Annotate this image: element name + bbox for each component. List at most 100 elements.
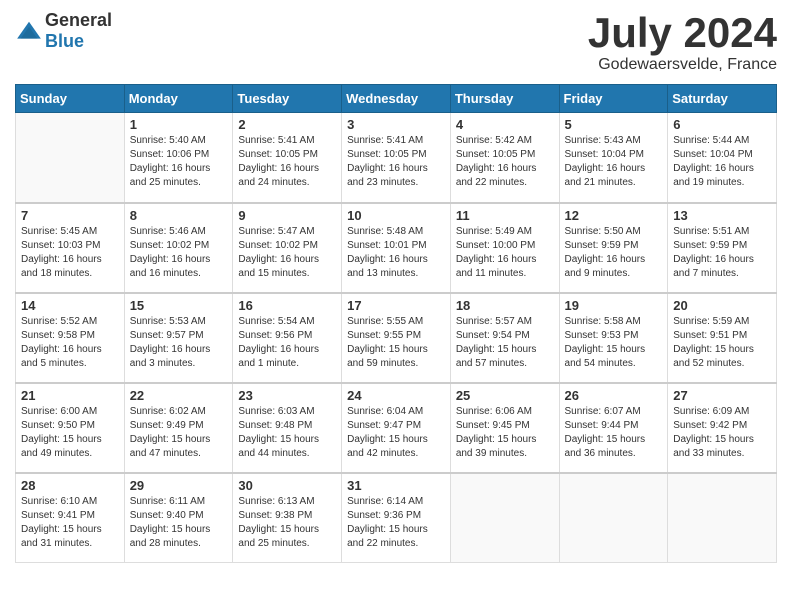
day-number: 21 (21, 388, 119, 403)
day-info: Sunrise: 5:46 AMSunset: 10:02 PMDaylight… (130, 225, 228, 281)
calendar-cell: 30Sunrise: 6:13 AMSunset: 9:38 PMDayligh… (233, 473, 342, 563)
calendar-cell: 17 Sunrise: 5:55 AMSunset: 9:55 PMDayligh… (342, 293, 451, 383)
day-info: Sunrise: 5:49 AMSunset: 10:00 PMDaylight… (456, 225, 554, 281)
day-info: Sunrise: 6:09 AMSunset: 9:42 PMDaylight:… (673, 405, 771, 461)
calendar-cell: 20 Sunrise: 5:59 AMSunset: 9:51 PMDayligh… (668, 293, 777, 383)
logo: General Blue (15, 10, 112, 52)
calendar-cell: 7 Sunrise: 5:45 AMSunset: 10:03 PMDayligh… (16, 203, 125, 293)
calendar-cell: 18 Sunrise: 5:57 AMSunset: 9:54 PMDayligh… (450, 293, 559, 383)
logo-blue: Blue (45, 31, 84, 51)
calendar-cell (559, 473, 668, 563)
weekday-header-sunday: Sunday (16, 85, 125, 113)
day-number: 20 (673, 298, 771, 313)
day-number: 18 (456, 298, 554, 313)
calendar-cell: 5 Sunrise: 5:43 AMSunset: 10:04 PMDayligh… (559, 113, 668, 203)
day-number: 16 (238, 298, 336, 313)
calendar-week-row: 14 Sunrise: 5:52 AMSunset: 9:58 PMDayligh… (16, 293, 777, 383)
day-number: 2 (238, 117, 336, 132)
day-info: Sunrise: 5:41 AMSunset: 10:05 PMDaylight… (347, 134, 445, 190)
day-info: Sunrise: 6:10 AMSunset: 9:41 PMDaylight:… (21, 495, 119, 551)
day-number: 7 (21, 208, 119, 223)
day-number: 8 (130, 208, 228, 223)
calendar-cell: 19 Sunrise: 5:58 AMSunset: 9:53 PMDayligh… (559, 293, 668, 383)
day-info: Sunrise: 5:44 AMSunset: 10:04 PMDaylight… (673, 134, 771, 190)
day-info: Sunrise: 6:02 AMSunset: 9:49 PMDaylight:… (130, 405, 228, 461)
calendar-cell: 12 Sunrise: 5:50 AMSunset: 9:59 PMDayligh… (559, 203, 668, 293)
location-title: Godewaersvelde, France (588, 56, 777, 74)
day-number: 23 (238, 388, 336, 403)
day-number: 11 (456, 208, 554, 223)
calendar-table: SundayMondayTuesdayWednesdayThursdayFrid… (15, 84, 777, 563)
day-info: Sunrise: 6:07 AMSunset: 9:44 PMDaylight:… (565, 405, 663, 461)
day-number: 24 (347, 388, 445, 403)
day-number: 13 (673, 208, 771, 223)
calendar-cell: 25 Sunrise: 6:06 AMSunset: 9:45 PMDayligh… (450, 383, 559, 473)
day-info: Sunrise: 5:58 AMSunset: 9:53 PMDaylight:… (565, 315, 663, 371)
calendar-cell: 9Sunrise: 5:47 AMSunset: 10:02 PMDayligh… (233, 203, 342, 293)
day-info: Sunrise: 5:55 AMSunset: 9:55 PMDaylight:… (347, 315, 445, 371)
calendar-cell: 1 Sunrise: 5:40 AMSunset: 10:06 PMDayligh… (124, 113, 233, 203)
calendar-cell: 15Sunrise: 5:53 AMSunset: 9:57 PMDayligh… (124, 293, 233, 383)
day-info: Sunrise: 5:42 AMSunset: 10:05 PMDaylight… (456, 134, 554, 190)
weekday-header-saturday: Saturday (668, 85, 777, 113)
calendar-cell: 22 Sunrise: 6:02 AMSunset: 9:49 PMDayligh… (124, 383, 233, 473)
day-info: Sunrise: 6:06 AMSunset: 9:45 PMDaylight:… (456, 405, 554, 461)
calendar-cell: 27 Sunrise: 6:09 AMSunset: 9:42 PMDayligh… (668, 383, 777, 473)
calendar-cell: 6 Sunrise: 5:44 AMSunset: 10:04 PMDayligh… (668, 113, 777, 203)
calendar-cell: 21 Sunrise: 6:00 AMSunset: 9:50 PMDayligh… (16, 383, 125, 473)
day-number: 15 (130, 298, 228, 313)
calendar-cell (668, 473, 777, 563)
page-header: General Blue July 2024 Godewaersvelde, F… (15, 10, 777, 74)
day-info: Sunrise: 5:57 AMSunset: 9:54 PMDaylight:… (456, 315, 554, 371)
calendar-cell: 29 Sunrise: 6:11 AMSunset: 9:40 PMDayligh… (124, 473, 233, 563)
calendar-cell: 10 Sunrise: 5:48 AMSunset: 10:01 PMDaylig… (342, 203, 451, 293)
day-info: Sunrise: 6:00 AMSunset: 9:50 PMDaylight:… (21, 405, 119, 461)
day-info: Sunrise: 5:47 AMSunset: 10:02 PMDaylight… (238, 225, 336, 281)
day-number: 14 (21, 298, 119, 313)
day-info: Sunrise: 5:48 AMSunset: 10:01 PMDaylight… (347, 225, 445, 281)
calendar-cell: 26 Sunrise: 6:07 AMSunset: 9:44 PMDayligh… (559, 383, 668, 473)
weekday-header-row: SundayMondayTuesdayWednesdayThursdayFrid… (16, 85, 777, 113)
calendar-cell: 23 Sunrise: 6:03 AMSunset: 9:48 PMDayligh… (233, 383, 342, 473)
calendar-cell: 28 Sunrise: 6:10 AMSunset: 9:41 PMDayligh… (16, 473, 125, 563)
calendar-cell: 3 Sunrise: 5:41 AMSunset: 10:05 PMDayligh… (342, 113, 451, 203)
calendar-week-row: 28 Sunrise: 6:10 AMSunset: 9:41 PMDayligh… (16, 473, 777, 563)
day-number: 31 (347, 478, 445, 493)
day-info: Sunrise: 6:04 AMSunset: 9:47 PMDaylight:… (347, 405, 445, 461)
day-number: 26 (565, 388, 663, 403)
month-title: July 2024 (588, 10, 777, 56)
day-number: 12 (565, 208, 663, 223)
day-number: 29 (130, 478, 228, 493)
day-number: 1 (130, 117, 228, 132)
calendar-cell: 14 Sunrise: 5:52 AMSunset: 9:58 PMDayligh… (16, 293, 125, 383)
day-number: 5 (565, 117, 663, 132)
day-info: Sunrise: 6:11 AMSunset: 9:40 PMDaylight:… (130, 495, 228, 551)
logo-general: General (45, 10, 112, 30)
logo-icon (15, 20, 43, 42)
day-info: Sunrise: 5:50 AMSunset: 9:59 PMDaylight:… (565, 225, 663, 281)
day-info: Sunrise: 6:03 AMSunset: 9:48 PMDaylight:… (238, 405, 336, 461)
day-number: 10 (347, 208, 445, 223)
calendar-week-row: 21 Sunrise: 6:00 AMSunset: 9:50 PMDayligh… (16, 383, 777, 473)
day-info: Sunrise: 5:45 AMSunset: 10:03 PMDaylight… (21, 225, 119, 281)
calendar-cell: 8 Sunrise: 5:46 AMSunset: 10:02 PMDayligh… (124, 203, 233, 293)
day-number: 17 (347, 298, 445, 313)
day-info: Sunrise: 5:43 AMSunset: 10:04 PMDaylight… (565, 134, 663, 190)
day-info: Sunrise: 5:40 AMSunset: 10:06 PMDaylight… (130, 134, 228, 190)
day-number: 3 (347, 117, 445, 132)
day-info: Sunrise: 5:52 AMSunset: 9:58 PMDaylight:… (21, 315, 119, 371)
weekday-header-tuesday: Tuesday (233, 85, 342, 113)
day-number: 6 (673, 117, 771, 132)
day-number: 27 (673, 388, 771, 403)
day-number: 25 (456, 388, 554, 403)
day-number: 22 (130, 388, 228, 403)
day-info: Sunrise: 5:41 AMSunset: 10:05 PMDaylight… (238, 134, 336, 190)
day-number: 19 (565, 298, 663, 313)
calendar-week-row: 1 Sunrise: 5:40 AMSunset: 10:06 PMDayligh… (16, 113, 777, 203)
calendar-cell: 2 Sunrise: 5:41 AMSunset: 10:05 PMDayligh… (233, 113, 342, 203)
day-info: Sunrise: 5:59 AMSunset: 9:51 PMDaylight:… (673, 315, 771, 371)
day-number: 28 (21, 478, 119, 493)
calendar-cell (16, 113, 125, 203)
day-info: Sunrise: 6:14 AMSunset: 9:36 PMDaylight:… (347, 495, 445, 551)
calendar-week-row: 7 Sunrise: 5:45 AMSunset: 10:03 PMDayligh… (16, 203, 777, 293)
